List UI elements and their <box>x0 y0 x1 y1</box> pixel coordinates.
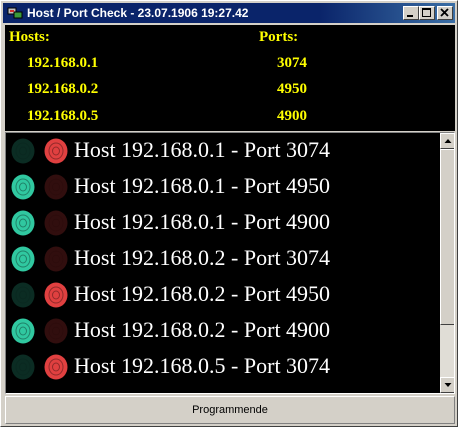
result-label: Host 192.168.0.1 - Port 4900 <box>74 209 331 234</box>
scroll-down-button[interactable] <box>440 377 454 393</box>
host-value: 192.168.0.5 <box>27 108 99 124</box>
open-status-icon <box>10 354 36 380</box>
hosts-label: Hosts: <box>9 29 50 45</box>
port-value: 4950 <box>277 81 307 97</box>
network-icon <box>7 6 23 20</box>
result-label: Host 192.168.0.5 - Port 3074 <box>74 353 331 378</box>
ports-label: Ports: <box>259 29 299 45</box>
list-item[interactable]: Host 192.168.0.1 - Port 4950 <box>6 169 436 205</box>
results-list[interactable]: Host 192.168.0.1 - Port 3074 Host 192.168… <box>5 132 455 394</box>
maximize-icon <box>422 8 431 17</box>
minimize-button[interactable] <box>403 6 419 20</box>
closed-status-icon <box>43 138 69 164</box>
closed-status-icon <box>43 246 69 272</box>
open-status-icon <box>10 138 36 164</box>
port-value: 3074 <box>277 55 307 71</box>
arrow-down-icon <box>444 383 452 387</box>
list-item[interactable]: Host 192.168.0.1 - Port 3074 <box>6 133 436 169</box>
scroll-thumb[interactable] <box>440 149 454 325</box>
app-window: Host / Port Check - 23.07.1906 19:27.42 … <box>0 0 458 427</box>
open-status-icon <box>10 210 36 236</box>
scroll-up-button[interactable] <box>440 133 454 149</box>
closed-status-icon <box>43 210 69 236</box>
result-label: Host 192.168.0.1 - Port 3074 <box>74 137 331 162</box>
close-button[interactable] <box>437 6 453 20</box>
closed-status-icon <box>43 282 69 308</box>
close-icon <box>440 8 449 17</box>
window-title: Host / Port Check - 23.07.1906 19:27.42 <box>27 6 249 20</box>
open-status-icon <box>10 318 36 344</box>
vertical-scrollbar[interactable] <box>440 133 454 393</box>
status-bar: Programmende <box>5 396 455 424</box>
closed-status-icon <box>43 354 69 380</box>
list-item[interactable]: Host 192.168.0.1 - Port 4900 <box>6 205 436 241</box>
result-label: Host 192.168.0.2 - Port 4950 <box>74 281 331 306</box>
list-item[interactable]: Host 192.168.0.2 - Port 4950 <box>6 277 436 313</box>
open-status-icon <box>10 246 36 272</box>
arrow-up-icon <box>444 139 452 143</box>
result-label: Host 192.168.0.1 - Port 4950 <box>74 173 331 198</box>
list-item[interactable]: Host 192.168.0.2 - Port 3074 <box>6 241 436 277</box>
host-value: 192.168.0.2 <box>27 81 99 97</box>
closed-status-icon <box>43 174 69 200</box>
closed-status-icon <box>43 318 69 344</box>
host-value: 192.168.0.1 <box>27 55 99 71</box>
host-port-panel: Hosts: Ports: 192.168.0.1 192.168.0.2 19… <box>5 25 455 131</box>
list-item[interactable]: Host 192.168.0.2 - Port 4900 <box>6 313 436 349</box>
result-label: Host 192.168.0.2 - Port 4900 <box>74 317 331 342</box>
minimize-icon <box>407 15 413 17</box>
open-status-icon <box>10 282 36 308</box>
list-item[interactable]: Host 192.168.0.5 - Port 3074 <box>6 349 436 385</box>
open-status-icon <box>10 174 36 200</box>
title-bar[interactable]: Host / Port Check - 23.07.1906 19:27.42 <box>3 3 455 23</box>
maximize-button[interactable] <box>419 6 435 20</box>
port-value: 4900 <box>277 108 307 124</box>
result-label: Host 192.168.0.2 - Port 3074 <box>74 245 331 270</box>
